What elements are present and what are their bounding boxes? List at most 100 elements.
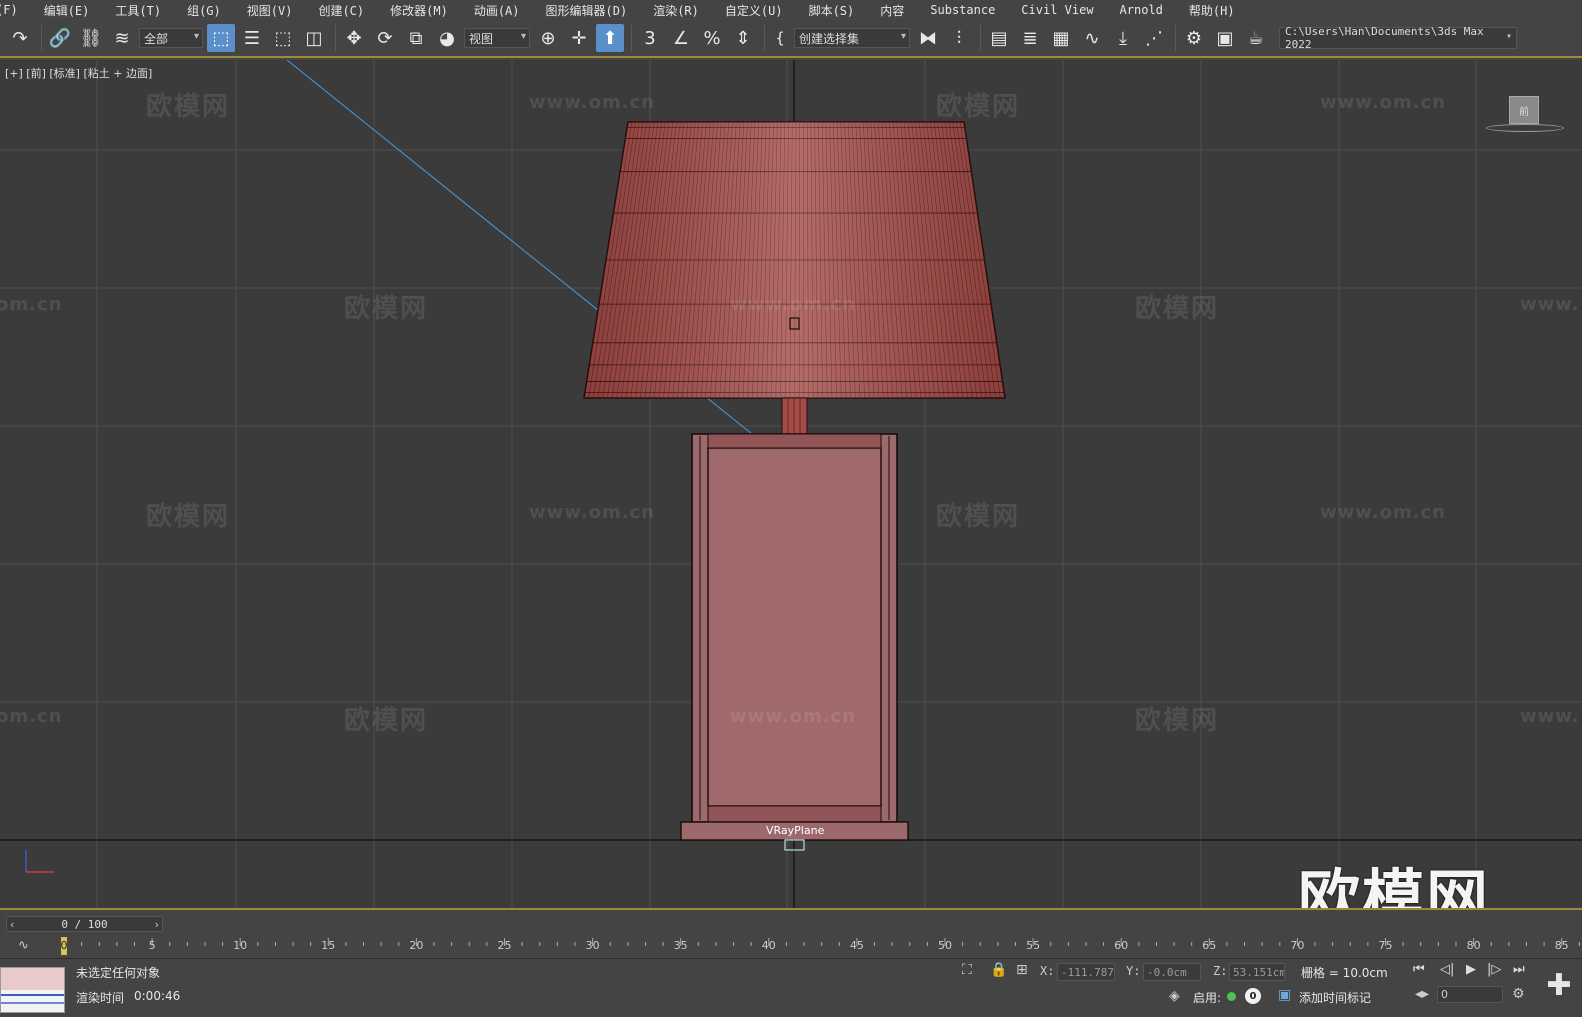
maxscript-mini-listener[interactable] [0, 967, 65, 1013]
front-viewport[interactable]: [+] [前] [标准] [粘土 + 边面] 欧模网 www.om.cn 欧模网 ww… [0, 60, 1582, 908]
watermark: 欧模网 [936, 92, 1021, 122]
current-frame-field[interactable]: 0 [1437, 986, 1503, 1003]
menu-item[interactable]: Substance [930, 3, 995, 17]
time-slider[interactable]: ‹ 0 / 100 › [6, 916, 163, 932]
rendered-frame-window-icon[interactable]: ▣ [1211, 24, 1239, 52]
watermark: 欧模网 [146, 502, 231, 532]
next-frame-icon[interactable]: › [155, 918, 159, 931]
watermark: 欧模网 [936, 902, 1020, 908]
link-icon[interactable]: 🔗 [46, 24, 74, 52]
menu-item[interactable]: 创建(C) [318, 2, 364, 19]
reference-coordinate-dropdown[interactable]: 视图 [464, 28, 530, 48]
create-panel-icon[interactable]: ✚ [1540, 966, 1578, 1004]
main-toolbar: ↷ 🔗 ⛓ ≋ 全部 ⬚ ☰ ⬚ ◫ ✥ ⟳ ⧉ ◕ 视图 ⊕ ✛ ⬆ 3 ∠ … [0, 20, 1582, 58]
scale-icon[interactable]: ⧉ [402, 24, 430, 52]
schematic-view-icon[interactable]: ⋰ [1140, 24, 1168, 52]
menu-item[interactable]: 图形编辑器(D) [546, 2, 628, 19]
spinner-snap-icon[interactable]: ⇕ [729, 24, 757, 52]
mini-curve-editor-icon[interactable]: ∿ [18, 938, 29, 953]
prev-frame-icon[interactable]: ‹ [10, 918, 14, 931]
isolate-selection-icon[interactable]: ⛶ [962, 962, 972, 978]
menu-item[interactable]: Civil View [1021, 3, 1093, 17]
keyboard-shortcut-override-icon[interactable]: ⬆ [596, 24, 624, 52]
timeline-tick-label: 5 [148, 939, 156, 952]
viewcube[interactable]: 前 [1509, 96, 1539, 124]
x-coordinate-field[interactable]: -111.787c [1057, 963, 1115, 981]
lamp-stem [781, 397, 808, 435]
menu-item[interactable]: 脚本(S) [809, 2, 855, 19]
render-setup-icon[interactable]: ⚙ [1180, 24, 1208, 52]
key-mode-icon[interactable]: ◂▸ [1415, 986, 1429, 1002]
menu-item[interactable]: 渲染(R) [653, 2, 699, 19]
lamp-base-bottom-rail [707, 805, 882, 823]
menu-item[interactable]: 修改器(M) [390, 2, 448, 19]
edit-named-selection-icon[interactable]: { [769, 24, 791, 52]
timeline-tick-label: 80 [1466, 939, 1481, 952]
add-time-tag[interactable]: 添加时间标记 [1299, 989, 1371, 1006]
snaps-toggle-icon[interactable]: 3 [636, 24, 664, 52]
menu-item[interactable]: 内容 [880, 2, 904, 19]
go-to-end-icon[interactable]: ⏭ [1513, 962, 1525, 977]
angle-snap-icon[interactable]: ∠ [667, 24, 695, 52]
menu-item[interactable]: 编辑(E) [44, 2, 90, 19]
menu-item[interactable]: 视图(V) [247, 2, 293, 19]
grid-size-text: 栅格 = 10.0cm [1301, 966, 1388, 980]
select-object-icon[interactable]: ⬚ [207, 24, 235, 52]
enable-label: 启用: [1193, 991, 1222, 1005]
menu-item[interactable]: 动画(A) [474, 2, 520, 19]
rotate-icon[interactable]: ⟳ [371, 24, 399, 52]
mirror-icon[interactable]: ⧓ [914, 24, 942, 52]
timeline-tick-label: 85 [1554, 939, 1569, 952]
go-to-start-icon[interactable]: ⏮ [1413, 962, 1425, 977]
scene-explorer-icon[interactable]: ▤ [985, 24, 1013, 52]
selection-filter-dropdown[interactable]: 全部 [139, 28, 203, 48]
move-icon[interactable]: ✥ [340, 24, 368, 52]
menu-item[interactable]: (F) [0, 3, 18, 17]
align-icon[interactable]: ⫶ [945, 24, 973, 52]
curve-editor-icon[interactable]: ∿ [1078, 24, 1106, 52]
pivot-center-icon[interactable]: ⊕ [534, 24, 562, 52]
named-selection-dropdown[interactable]: 创建选择集 [794, 28, 910, 48]
window-crossing-icon[interactable]: ◫ [300, 24, 328, 52]
rect-selection-region-icon[interactable]: ⬚ [269, 24, 297, 52]
timeline-tick-label: 35 [673, 939, 688, 952]
ribbon-icon[interactable]: ▦ [1047, 24, 1075, 52]
redo-icon[interactable]: ↷ [6, 24, 34, 52]
menu-item[interactable]: Arnold [1120, 3, 1163, 17]
project-path-dropdown[interactable]: C:\Users\Han\Documents\3ds Max 2022 [1279, 25, 1517, 51]
selection-lock-icon[interactable]: 🔒 [990, 962, 1007, 978]
previous-frame-icon[interactable]: ◁| [1440, 962, 1454, 977]
timeline-tick-label: 55 [1026, 939, 1041, 952]
place-icon[interactable]: ◕ [433, 24, 461, 52]
layer-explorer-icon[interactable]: ≣ [1016, 24, 1044, 52]
unlink-icon[interactable]: ⛓ [77, 24, 105, 52]
timeline-tick-label: 75 [1378, 939, 1393, 952]
watermark: 欧模网 [146, 902, 230, 908]
timeline-track[interactable] [60, 936, 1582, 958]
menu-item[interactable]: 工具(T) [115, 2, 161, 19]
bind-spacewarp-icon[interactable]: ≋ [108, 24, 136, 52]
percent-snap-icon[interactable]: % [698, 24, 726, 52]
time-config-icon[interactable]: ⚙ [1512, 986, 1525, 1002]
timeline-tick-label: 0 [60, 939, 68, 952]
viewport-label[interactable]: [+] [前] [标准] [粘土 + 边面] [5, 65, 152, 81]
lamp-base-top-rail [707, 433, 882, 449]
next-frame-icon[interactable]: |▷ [1487, 962, 1501, 977]
absolute-mode-icon[interactable]: ⊞ [1016, 962, 1028, 978]
z-label: Z: [1213, 964, 1228, 978]
menu-item[interactable]: 帮助(H) [1189, 2, 1235, 19]
select-manipulate-icon[interactable]: ✛ [565, 24, 593, 52]
adaptive-degradation-icon[interactable]: ◈ [1169, 988, 1180, 1004]
menu-item[interactable]: 组(G) [187, 2, 221, 19]
menu-item[interactable]: 自定义(U) [725, 2, 783, 19]
play-icon[interactable]: ▶ [1466, 962, 1476, 977]
z-coordinate-field[interactable]: 53.151cm [1229, 963, 1285, 981]
time-tag-icon[interactable]: ▣ [1278, 987, 1291, 1003]
render-production-icon[interactable]: ☕ [1242, 24, 1270, 52]
lamp-base-panel [707, 447, 882, 807]
dope-sheet-icon[interactable]: ⤓ [1109, 24, 1137, 52]
y-coordinate-field[interactable]: -0.0cm [1143, 963, 1201, 981]
timeline-tick-label: 40 [761, 939, 776, 952]
viewcube-compass-ring[interactable] [1486, 124, 1564, 132]
select-by-name-icon[interactable]: ☰ [238, 24, 266, 52]
